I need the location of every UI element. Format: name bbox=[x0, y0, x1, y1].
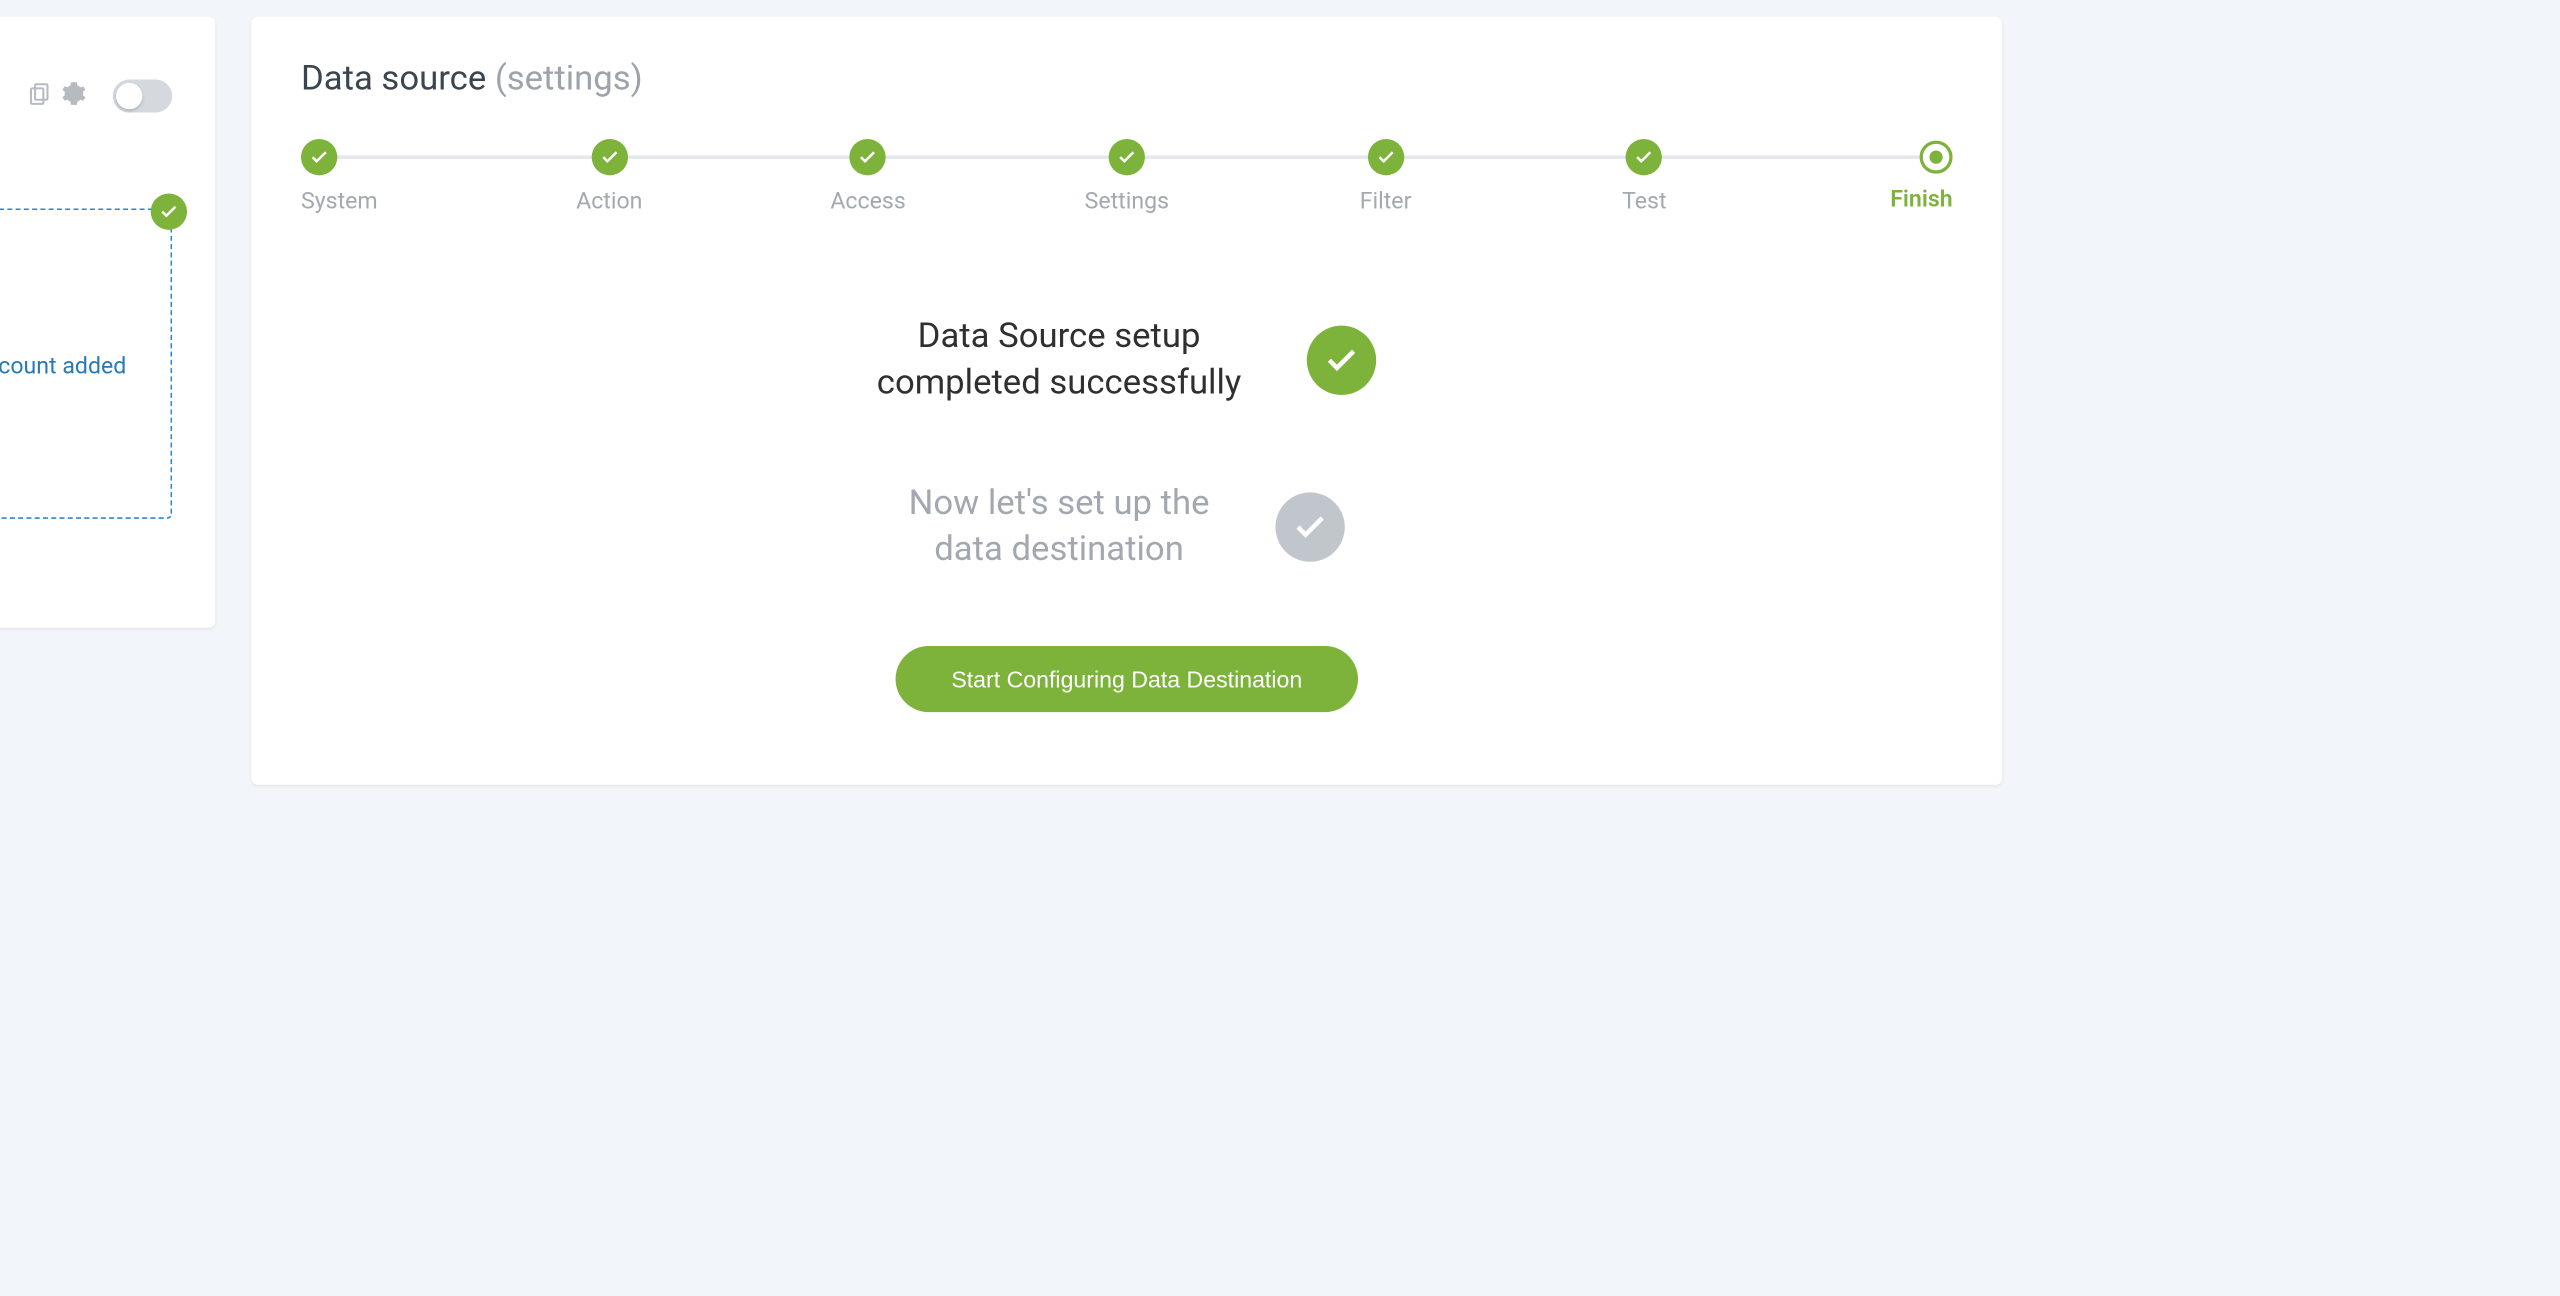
row-value-link[interactable]: ProductDyno (account added bbox=[0, 351, 126, 387]
step-label: Filter bbox=[1360, 189, 1412, 215]
data-source-box[interactable]: 1 DATA SOURCE SystemProductDynoActionGet… bbox=[0, 208, 172, 519]
connection-id: (ID: 43492) bbox=[0, 56, 10, 135]
step-done-icon bbox=[301, 139, 337, 175]
wizard-step-filter[interactable]: Filter bbox=[1336, 139, 1595, 215]
step-label: System bbox=[301, 189, 378, 215]
wizard-step-access[interactable]: Access bbox=[819, 139, 1078, 215]
step-done-icon bbox=[591, 139, 627, 175]
data-source-row: AccessProductDyno (account added bbox=[0, 351, 151, 387]
panel-title: Data source bbox=[301, 60, 486, 100]
checkmark-grey-icon bbox=[1276, 492, 1345, 561]
step-done-icon bbox=[1367, 139, 1403, 175]
check-icon bbox=[151, 193, 187, 229]
connection-card: Connection (ID: 43492) PRODUCTDYNO bbox=[0, 17, 215, 628]
step-done-icon bbox=[1109, 139, 1145, 175]
wizard-step-test[interactable]: Test bbox=[1595, 139, 1854, 215]
status-next: Now let's set up the data destination bbox=[909, 480, 1345, 574]
step-done-icon bbox=[1626, 139, 1662, 175]
step-current-icon bbox=[1920, 141, 1953, 174]
checkmark-icon bbox=[1307, 326, 1376, 395]
wizard-step-settings[interactable]: Settings bbox=[1077, 139, 1336, 215]
data-source-row: ActionGet DATA bbox=[0, 315, 151, 351]
wizard-step-action[interactable]: Action bbox=[560, 139, 819, 215]
copy-icon[interactable] bbox=[27, 76, 52, 116]
data-source-settings-card: Data source (settings) System Action Acces… bbox=[251, 17, 2002, 786]
data-source-row: SystemProductDyno bbox=[0, 279, 151, 315]
step-label: Action bbox=[576, 189, 642, 215]
status-success: Data Source setup completed successfully bbox=[877, 314, 1377, 408]
data-source-row: Filterchange filter bbox=[0, 423, 151, 459]
gear-icon[interactable] bbox=[62, 76, 87, 116]
step-label: Settings bbox=[1085, 189, 1169, 215]
step-label: Finish bbox=[1890, 187, 1952, 213]
step-label: Access bbox=[830, 189, 905, 215]
wizard-step-finish[interactable]: Finish bbox=[1854, 139, 1953, 213]
connection-toggle[interactable] bbox=[113, 80, 172, 113]
step-label: Test bbox=[1622, 189, 1666, 215]
wizard-steps: System Action Access Settings Filter Test Fini… bbox=[301, 139, 1953, 215]
data-source-row: Testcheck bbox=[0, 458, 151, 494]
connection-name: PRODUCTDYNO bbox=[0, 165, 172, 191]
data-source-row: Settingschange settings bbox=[0, 387, 151, 423]
content-area: Connection Main / Connections / PRODUCTD… bbox=[0, 0, 2055, 1041]
wizard-step-system[interactable]: System bbox=[301, 139, 560, 215]
step-done-icon bbox=[850, 139, 886, 175]
panel-subtitle: (settings) bbox=[495, 60, 643, 100]
start-destination-button[interactable]: Start Configuring Data Destination bbox=[895, 647, 1358, 713]
